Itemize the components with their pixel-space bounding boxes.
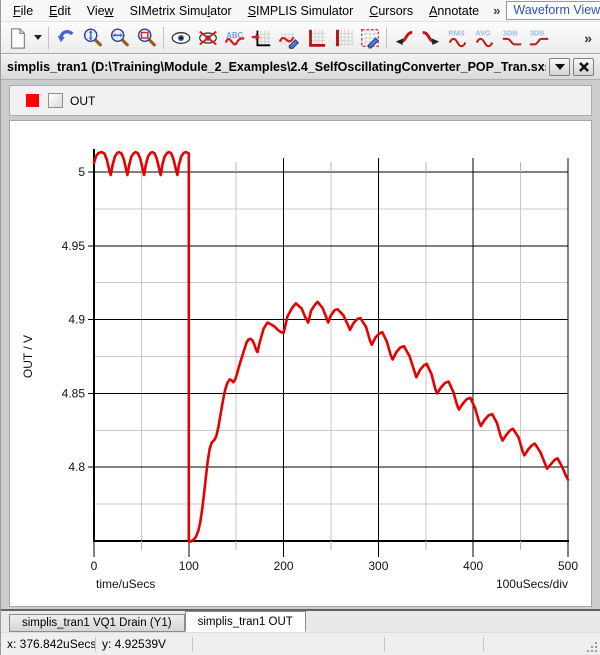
series-color-swatch [26,94,39,107]
status-bar: x: 376.842uSecs y: 4.92539V [1,632,600,655]
chevron-down-icon [555,64,565,70]
grid-pencil-icon [359,27,381,49]
svg-text:AVG: AVG [475,28,491,37]
svg-text:4.85: 4.85 [62,386,86,400]
hide-curve-button[interactable] [194,24,221,51]
svg-text:4.95: 4.95 [62,239,86,253]
menu-file[interactable]: File [5,1,41,21]
zoom-y-button[interactable] [79,24,106,51]
zoom-box-button[interactable] [133,24,160,51]
svg-text:4.9: 4.9 [68,313,85,327]
graph-tab-bar: simplis_tran1 VQ1 Drain (Y1) simplis_tra… [1,609,600,632]
previous-curve-button[interactable] [390,24,417,51]
menu-simetrix-simulator[interactable]: SIMetrix Simulator [122,1,240,21]
window-menu-button[interactable] [549,58,570,76]
add-grid-button[interactable] [329,24,356,51]
new-graph-button[interactable] [4,24,31,51]
rms-sine-icon: RMS [446,27,470,49]
curve-arrow-right-icon [420,27,442,49]
edit-grid-button[interactable] [356,24,383,51]
svg-text:3DB: 3DB [529,28,544,37]
edit-curve-button[interactable] [275,24,302,51]
highpass-3db-button[interactable]: 3DB [525,24,552,51]
new-graph-dropdown-button[interactable] [31,24,45,51]
window-close-button[interactable] [573,58,594,76]
3db-lowpass-icon: 3DB [500,27,524,49]
tab-simplis-tran1-out[interactable]: simplis_tran1 OUT [185,611,306,632]
3db-highpass-icon: 3DB [527,27,551,49]
waveform-viewer-window: File Edit View SIMetrix Simulator SIMPLI… [0,0,600,655]
zoom-vertical-icon [82,27,104,49]
svg-text:300: 300 [368,559,388,573]
zoom-horizontal-icon [109,27,131,49]
cursor-x-readout: x: 376.842uSecs [1,637,95,652]
grid-vertical-line-icon [332,27,354,49]
svg-text:100uSecs/div: 100uSecs/div [496,577,568,591]
viewer-mode-combobox[interactable]: Waveform Viewer [506,1,600,20]
waveform-plot[interactable]: 0 100 200 300 400 500 5 4.95 4.9 4.85 4.8 time/uSec… [10,121,592,603]
graph-window-title: simplis_tran1 (D:\Training\Module_2_Exam… [7,60,546,74]
next-curve-button[interactable] [417,24,444,51]
avg-sine-icon: AVG [473,27,497,49]
zoom-x-button[interactable] [106,24,133,51]
show-curve-button[interactable] [167,24,194,51]
curve-arrow-left-icon [393,27,415,49]
svg-text:400: 400 [463,559,483,573]
undo-button[interactable] [52,24,79,51]
move-curve-button[interactable] [248,24,275,51]
graph-client-area: OUT 0 100 200 300 400 500 5 4.95 4.9 4.85 4.8 time/… [1,80,600,609]
label-curve-button[interactable]: ABC [221,24,248,51]
zoom-box-icon [136,27,158,49]
tab-simplis-tran1-vq1-drain[interactable]: simplis_tran1 VQ1 Drain (Y1) [9,614,185,632]
svg-text:5: 5 [78,165,85,179]
undo-arrow-icon [55,27,77,49]
eye-icon [170,27,192,49]
svg-text:200: 200 [274,559,294,573]
svg-text:OUT / V: OUT / V [21,335,35,378]
cursor-y-readout: y: 4.92539V [96,637,192,652]
menu-overflow-chevron-icon[interactable]: » [487,3,506,18]
menu-simplis-simulator[interactable]: SIMPLIS Simulator [240,1,362,21]
avg-button[interactable]: AVG [471,24,498,51]
resize-grip[interactable] [595,650,597,652]
menu-edit[interactable]: Edit [41,1,79,21]
add-axis-button[interactable] [302,24,329,51]
svg-text:4.8: 4.8 [68,460,85,474]
axis-grid-icon [305,27,327,49]
menu-cursors[interactable]: Cursors [361,1,421,21]
curve-pencil-icon [278,27,300,49]
menu-bar: File Edit View SIMetrix Simulator SIMPLI… [1,0,600,22]
graph-window-titlebar: simplis_tran1 (D:\Training\Module_2_Exam… [1,54,600,80]
lowpass-3db-button[interactable]: 3DB [498,24,525,51]
svg-text:3DB: 3DB [502,28,517,37]
chart-panel: 0 100 200 300 400 500 5 4.95 4.9 4.85 4.8 time/uSec… [9,120,592,607]
legend-checkbox[interactable] [48,93,63,108]
legend-series-label: OUT [70,94,95,108]
toolbar-overflow-chevron-icon[interactable]: » [579,30,597,46]
toolbar: ABC RMS AVG 3DB 3DB » [1,22,600,54]
close-icon [578,61,590,73]
eye-crossed-icon [197,27,219,49]
legend-panel: OUT [9,85,592,116]
svg-text:time/uSecs: time/uSecs [96,577,155,591]
chevron-down-icon [34,35,42,40]
svg-text:0: 0 [91,559,98,573]
new-document-icon [7,27,29,49]
svg-text:100: 100 [179,559,199,573]
svg-text:RMS: RMS [448,28,464,37]
abc-curve-icon: ABC [224,27,246,49]
viewer-mode-value: Waveform Viewer [507,2,600,19]
rms-button[interactable]: RMS [444,24,471,51]
arrow-to-grid-icon [251,27,273,49]
svg-text:500: 500 [558,559,578,573]
menu-view[interactable]: View [79,1,122,21]
svg-text:ABC: ABC [226,31,243,40]
menu-annotate[interactable]: Annotate [421,1,487,21]
